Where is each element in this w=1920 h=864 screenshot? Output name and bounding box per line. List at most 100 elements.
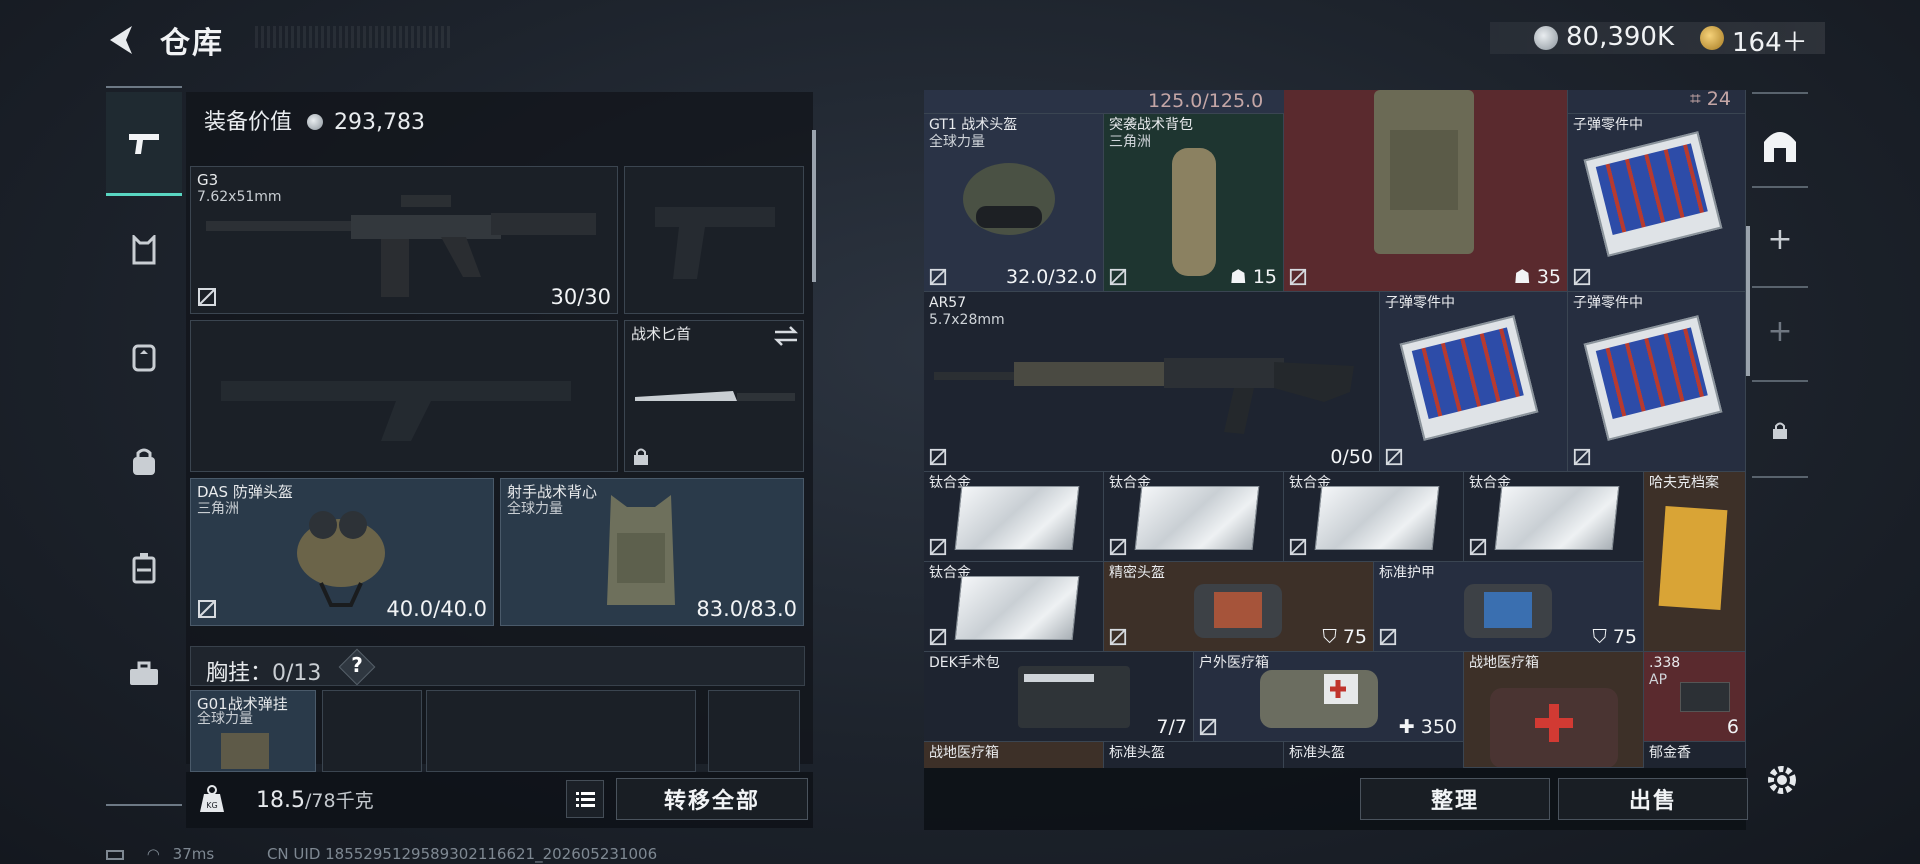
shield-icon: ⛉ <box>1592 626 1607 648</box>
stash-item-field-med-2[interactable]: 战地医疗箱 <box>924 742 1104 768</box>
tab-bag[interactable] <box>106 410 182 514</box>
category-tabs <box>106 86 182 810</box>
equipment-scrollbar[interactable] <box>812 130 816 282</box>
item-count: 6 <box>1726 716 1739 738</box>
vest-slot[interactable]: 射手战术背心 全球力量 83.0/83.0 <box>500 478 804 626</box>
rifle-placeholder-icon <box>221 381 571 441</box>
silver-coin-icon <box>1534 26 1558 50</box>
ammo-parts-icon <box>1399 315 1539 441</box>
swap-icon[interactable] <box>773 325 799 347</box>
pistol-slot[interactable] <box>624 166 804 314</box>
stash-item-ar57[interactable]: AR57 5.7x28mm 0/50 <box>924 292 1380 472</box>
chest-rig-count: 0/13 <box>272 661 322 686</box>
item-sub: AP <box>1649 672 1668 688</box>
unlinked-icon <box>929 538 947 556</box>
safe-box-button[interactable] <box>1752 118 1808 174</box>
stash-item-bullet-parts[interactable]: 子弹零件中 <box>1380 292 1568 472</box>
top-right-count: ⌗ 24 <box>1690 88 1731 110</box>
stash-item-dek-kit[interactable]: DEK手术包 7/7 <box>924 652 1194 742</box>
stash-item-yujinxiang[interactable]: 郁金香 <box>1644 742 1746 768</box>
stash-item-std-armor[interactable]: 标准护甲 ⛉ 75 <box>1374 562 1644 652</box>
stash-item-hafuke-archive[interactable]: 哈夫克档案 <box>1644 472 1746 652</box>
stash-item-assault-bag[interactable]: 突袭战术背包 三角洲 ☗ 15 <box>1104 114 1284 292</box>
stash-item-precision-helmet[interactable]: 精密头盔 ⛉ 75 <box>1104 562 1374 652</box>
stash-item-titanium[interactable]: 钛合金 <box>924 472 1104 562</box>
equipment-value: 293,783 <box>334 110 425 135</box>
currency-secondary[interactable]: 164＋ <box>1732 22 1808 59</box>
transfer-all-button[interactable]: 转移全部 <box>616 778 808 820</box>
tab-case[interactable] <box>106 516 182 620</box>
tool-divider <box>1752 186 1808 188</box>
wifi-icon: ◠ <box>146 845 160 863</box>
stash-item-outdoor-med[interactable]: 户外医疗箱 ✚ 350 <box>1194 652 1464 742</box>
stash-item-std-helmet[interactable]: 标准头盔 <box>1104 742 1284 768</box>
chest-rig-slot[interactable]: G01战术弹挂 全球力量 <box>190 690 316 772</box>
unlinked-icon <box>1385 448 1403 466</box>
unlinked-icon <box>198 288 216 306</box>
helmet-icon <box>297 511 385 607</box>
unlinked-icon <box>929 448 947 466</box>
stash-item-std-helmet[interactable]: 标准头盔 <box>1284 742 1464 768</box>
list-view-button[interactable] <box>566 780 604 818</box>
sort-button[interactable]: 整理 <box>1360 778 1550 820</box>
stash-item-titanium[interactable]: 钛合金 <box>1464 472 1644 562</box>
tab-weapon[interactable] <box>106 92 182 196</box>
stash-item-bullet-parts[interactable]: 子弹零件中 <box>1568 114 1746 292</box>
svg-text:KG: KG <box>206 801 217 810</box>
weight-max: /78千克 <box>304 790 374 812</box>
tab-chest-rig[interactable] <box>106 198 182 302</box>
rig-pocket-2[interactable] <box>426 690 696 772</box>
rig-pocket-3[interactable] <box>708 690 800 772</box>
tabs-bottom-line <box>106 804 182 806</box>
plus-icon: ✚ <box>1398 716 1415 738</box>
primary-weapon-slot[interactable]: G3 7.62x51mm 30/30 <box>190 166 618 314</box>
uid-text: CN UID 1855295129589302116621_2026052310… <box>266 845 658 863</box>
ammo-parts-icon <box>1583 315 1723 441</box>
stash-scrollbar[interactable] <box>1746 226 1750 376</box>
stash-item-field-med[interactable]: 战地医疗箱 <box>1464 652 1644 768</box>
unlinked-icon <box>1109 538 1127 556</box>
unlinked-icon <box>1289 538 1307 556</box>
lock-icon <box>1773 422 1787 439</box>
unlinked-icon <box>1379 628 1397 646</box>
settings-gear-icon[interactable] <box>1762 760 1802 800</box>
item-uses: 7/7 <box>1156 716 1187 738</box>
silver-coin-icon <box>307 114 324 130</box>
titanium-plate-icon <box>1314 486 1440 550</box>
weapon-ammo: 30/30 <box>550 285 611 309</box>
outdoor-medkit-icon <box>1260 670 1378 728</box>
capacity-icon: ☗ <box>1229 266 1247 288</box>
locked-slot <box>1752 410 1808 450</box>
sell-button[interactable]: 出售 <box>1558 778 1748 820</box>
item-name: 子弹零件中 <box>1573 117 1643 133</box>
item-name: AR57 <box>929 295 967 311</box>
helmet-faction: 三角洲 <box>197 501 239 517</box>
stash-item-big-bag[interactable]: ☗ 35 <box>1284 90 1568 292</box>
weight-readout: 18.5/78千克 <box>256 786 374 813</box>
lock-icon <box>634 448 648 465</box>
stash-item-titanium[interactable]: 钛合金 <box>924 562 1104 652</box>
secondary-weapon-slot[interactable] <box>190 320 618 472</box>
stash-item-titanium[interactable]: 钛合金 <box>1104 472 1284 562</box>
helmet-name: DAS 防弹头盔 <box>197 483 293 501</box>
rig-pocket-1[interactable] <box>322 690 422 772</box>
back-arrow-icon[interactable] <box>104 22 140 58</box>
weight-icon: KG <box>200 785 224 812</box>
stash-item-gt1-helmet[interactable]: GT1 战术头盔 全球力量 32.0/32.0 <box>924 114 1104 292</box>
helmet-slot[interactable]: DAS 防弹头盔 三角洲 40.0/40.0 <box>190 478 494 626</box>
tab-toolbox[interactable] <box>106 622 182 726</box>
melee-slot[interactable]: 战术匕首 <box>624 320 804 472</box>
stash-grid: GT1 战术头盔 全球力量 32.0/32.0 突袭战术背包 三角洲 ☗ 15 … <box>924 90 1746 768</box>
add-container-button[interactable]: + <box>1752 214 1808 264</box>
ping-value: 37ms <box>172 845 215 863</box>
stash-item-titanium[interactable]: 钛合金 <box>1284 472 1464 562</box>
add-container-button-2[interactable]: + <box>1752 306 1808 356</box>
vest-name: 射手战术背心 <box>507 483 598 501</box>
item-name: 突袭战术背包 <box>1109 117 1193 133</box>
stash-item-338-ap[interactable]: .338 AP 6 <box>1644 652 1746 742</box>
backpack-icon <box>132 344 156 372</box>
bag-slot-icon: ⌗ <box>1690 88 1701 110</box>
tab-backpack[interactable] <box>106 304 182 408</box>
gt1-helmet-icon <box>963 163 1055 235</box>
stash-item-bullet-parts[interactable]: 子弹零件中 <box>1568 292 1746 472</box>
